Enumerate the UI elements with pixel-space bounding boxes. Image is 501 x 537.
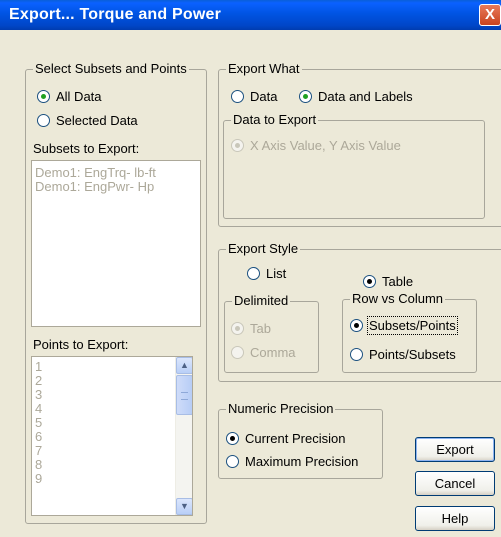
current-precision-label: Current Precision	[245, 431, 346, 446]
maximum-precision-radio[interactable]: Maximum Precision	[226, 454, 358, 470]
scroll-thumb[interactable]	[176, 375, 192, 415]
subsets-listbox[interactable]: Demo1: EngTrq- lb-ft Demo1: EngPwr- Hp	[31, 160, 201, 327]
axis-value-radio-icon	[231, 139, 244, 152]
data-radio[interactable]: Data	[231, 89, 277, 105]
tab-radio[interactable]: Tab	[231, 321, 271, 337]
points-subsets-radio-icon	[350, 348, 363, 361]
subsets-points-label: Subsets/Points	[367, 316, 458, 335]
points-scrollbar[interactable]: ▲ ▼	[175, 357, 192, 515]
maximum-precision-radio-icon	[226, 455, 239, 468]
close-icon: X	[484, 6, 495, 23]
points-subsets-label: Points/Subsets	[369, 347, 456, 362]
export-button[interactable]: Export	[415, 437, 495, 462]
window-title: Export... Torque and Power	[9, 6, 222, 23]
list-label: List	[266, 266, 287, 281]
subsets-points-radio-icon	[350, 319, 363, 332]
points-to-export-label: Points to Export:	[33, 337, 129, 352]
points-listbox[interactable]: 1 2 3 4 5 6 7 8 9 ▲ ▼	[31, 356, 193, 516]
current-precision-radio[interactable]: Current Precision	[226, 431, 345, 447]
point-item-6[interactable]: 6	[32, 430, 192, 444]
subset-item-2[interactable]: Demo1: EngPwr- Hp	[32, 180, 200, 194]
help-button[interactable]: Help	[415, 506, 495, 531]
title-bar: Export... Torque and Power X	[0, 0, 501, 30]
scroll-up-arrow-icon[interactable]: ▲	[176, 357, 192, 374]
maximum-precision-label: Maximum Precision	[245, 454, 359, 469]
tab-radio-icon	[231, 322, 244, 335]
data-and-labels-radio[interactable]: Data and Labels	[299, 89, 413, 105]
data-and-labels-label: Data and Labels	[318, 89, 413, 104]
delimited-legend: Delimited	[232, 293, 291, 308]
comma-radio-icon	[231, 346, 244, 359]
comma-radio[interactable]: Comma	[231, 345, 296, 361]
tab-label: Tab	[250, 321, 271, 336]
point-item-5[interactable]: 5	[32, 416, 192, 430]
subsets-points-radio[interactable]: Subsets/Points	[350, 316, 458, 335]
delimited-group: Delimited	[224, 294, 319, 373]
data-label: Data	[250, 89, 278, 104]
selected-data-radio[interactable]: Selected Data	[37, 113, 138, 129]
axis-value-label: X Axis Value, Y Axis Value	[250, 138, 401, 153]
list-radio[interactable]: List	[247, 266, 286, 282]
subsets-to-export-label: Subsets to Export:	[33, 141, 140, 156]
export-style-legend: Export Style	[226, 241, 301, 256]
current-precision-radio-icon	[226, 432, 239, 445]
data-radio-icon	[231, 90, 244, 103]
table-label: Table	[382, 274, 414, 289]
select-subsets-points-legend: Select Subsets and Points	[33, 61, 189, 76]
data-to-export-legend: Data to Export	[231, 112, 319, 127]
scroll-down-arrow-icon[interactable]: ▼	[176, 498, 192, 515]
close-button[interactable]: X	[479, 4, 501, 26]
point-item-8[interactable]: 8	[32, 458, 192, 472]
point-item-4[interactable]: 4	[32, 402, 192, 416]
comma-label: Comma	[250, 345, 296, 360]
table-radio-icon	[363, 275, 376, 288]
data-and-labels-radio-icon	[299, 90, 312, 103]
point-item-1[interactable]: 1	[32, 360, 192, 374]
all-data-radio[interactable]: All Data	[37, 89, 102, 105]
subset-item-1[interactable]: Demo1: EngTrq- lb-ft	[32, 166, 200, 180]
points-subsets-radio[interactable]: Points/Subsets	[350, 347, 456, 363]
numeric-precision-legend: Numeric Precision	[226, 401, 336, 416]
all-data-radio-icon	[37, 90, 50, 103]
selected-data-radio-icon	[37, 114, 50, 127]
all-data-label: All Data	[56, 89, 102, 104]
export-what-legend: Export What	[226, 61, 302, 76]
point-item-2[interactable]: 2	[32, 374, 192, 388]
selected-data-label: Selected Data	[56, 113, 138, 128]
point-item-3[interactable]: 3	[32, 388, 192, 402]
list-radio-icon	[247, 267, 260, 280]
point-item-7[interactable]: 7	[32, 444, 192, 458]
row-vs-column-legend: Row vs Column	[350, 291, 446, 306]
point-item-9[interactable]: 9	[32, 472, 192, 486]
axis-value-radio[interactable]: X Axis Value, Y Axis Value	[231, 138, 401, 154]
cancel-button[interactable]: Cancel	[415, 471, 495, 496]
table-radio[interactable]: Table	[363, 274, 413, 290]
data-to-export-group: Data to Export	[223, 113, 485, 219]
